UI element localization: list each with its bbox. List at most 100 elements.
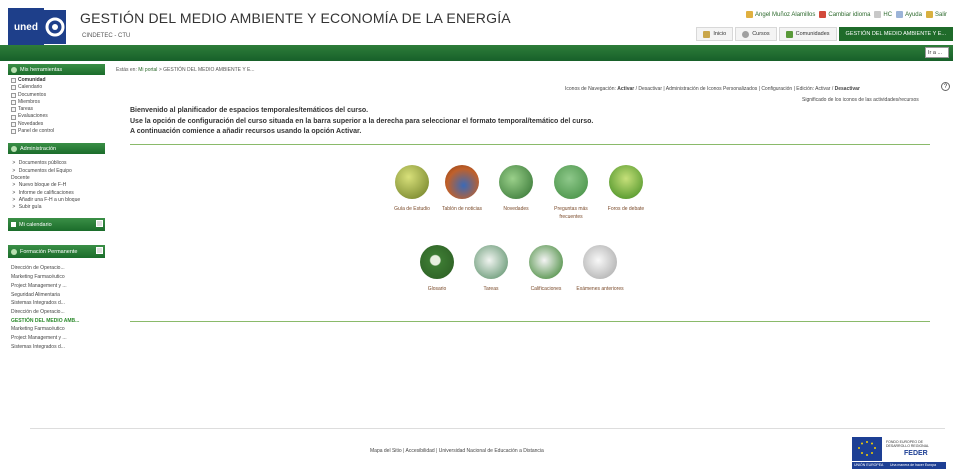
course-link-current[interactable]: GESTIÓN DEL MEDIO AMB... <box>11 317 102 326</box>
admin-block: > Documentos públicos > Documentos del E… <box>8 154 105 214</box>
divider <box>130 144 930 145</box>
resource-preguntas-frecuentes[interactable]: Preguntas más frecuentes <box>542 165 600 221</box>
resource-tablon-noticias[interactable]: Tablón de noticias <box>433 165 491 213</box>
tab-cursos-label: Cursos <box>752 31 770 37</box>
grades-icon <box>529 245 563 279</box>
formacion-block-header[interactable]: Formación Permanente <box>8 245 105 259</box>
news-icon <box>499 165 533 199</box>
sidebar-item-documentos[interactable]: Documentos <box>11 92 102 99</box>
flag-icon <box>819 11 827 18</box>
admin-item-label: Documentos del Equipo <box>18 167 72 174</box>
docente-item-informe[interactable]: > Informe de calificaciones <box>11 190 102 197</box>
resource-label: Calificaciones <box>530 286 562 292</box>
resource-examenes-anteriores[interactable]: Exámenes anteriores <box>571 245 629 293</box>
course-link[interactable]: Project Management y ... <box>11 282 102 291</box>
change-language-label: Cambiar idioma <box>828 11 871 18</box>
calendar-block-header[interactable]: Mi calendario <box>8 218 105 232</box>
edit-desactivar-link[interactable]: Desactivar <box>835 86 860 92</box>
feder-title: FONDO EUROPEO DE DESARROLLO REGIONAL <box>886 440 929 448</box>
sidebar: Mis herramientas Comunidad Calendario Do… <box>8 64 105 354</box>
sidebar-item-label: Calendario <box>18 84 43 91</box>
tools-block-header[interactable]: Mis herramientas <box>8 64 105 75</box>
site-subtitle: CINDETEC - CTU <box>82 33 131 39</box>
header: uned GESTIÓN DEL MEDIO AMBIENTE Y ECONOM… <box>0 0 953 46</box>
sidebar-item-label: Comunidad <box>18 77 46 83</box>
home-icon <box>703 30 711 38</box>
tab-inicio[interactable]: Inicio <box>696 27 734 41</box>
footer-link-uned[interactable]: Universidad Nacional de Educación a Dist… <box>439 448 544 454</box>
goto-select[interactable]: Ir a ... <box>925 47 949 58</box>
welcome-message: Bienvenido al planificador de espacios t… <box>130 106 593 138</box>
calendar-block-title: Mi calendario <box>19 221 52 228</box>
resource-calificaciones[interactable]: Calificaciones <box>517 245 575 293</box>
docente-item-label: Nuevo bloque de F-H <box>18 182 67 189</box>
bullet-icon <box>11 248 17 255</box>
tab-cursos[interactable]: Cursos <box>735 27 777 41</box>
course-link[interactable]: Marketing Farmacéutico <box>11 325 102 334</box>
sidebar-item-miembros[interactable]: Miembros <box>11 99 102 106</box>
admin-item-documentos-equipo[interactable]: > Documentos del Equipo <box>11 168 102 175</box>
evaluations-icon <box>11 114 16 120</box>
help-icon[interactable]: ? <box>941 82 950 91</box>
breadcrumb-link-mi-portal[interactable]: Mi portal <box>138 67 157 73</box>
resource-label: Foros de debate <box>607 206 645 212</box>
formacion-block-title: Formación Permanente <box>20 248 78 255</box>
help-link[interactable]: Ayuda <box>896 11 922 18</box>
admin-item-documentos-publicos[interactable]: > Documentos públicos <box>11 160 102 167</box>
course-link[interactable]: Sistemas Integrados d... <box>11 299 102 308</box>
glossary-icon <box>420 245 454 279</box>
logout-link[interactable]: Salir <box>925 11 947 18</box>
sidebar-item-comunidad[interactable]: Comunidad <box>11 77 102 84</box>
collapse-icon[interactable] <box>96 247 103 255</box>
user-icon <box>746 11 754 18</box>
resource-foros-debate[interactable]: Foros de debate <box>597 165 655 213</box>
resource-glosario[interactable]: Glosario <box>408 245 466 293</box>
course-link[interactable]: Marketing Farmacéutico <box>11 273 102 282</box>
tab-current-course[interactable]: GESTIÓN DEL MEDIO AMBIENTE Y E... <box>838 27 953 41</box>
sidebar-item-novedades[interactable]: Novedades <box>11 121 102 128</box>
docente-item-subir-guia[interactable]: > Subir guía <box>11 204 102 211</box>
tab-current-course-label: GESTIÓN DEL MEDIO AMBIENTE Y E... <box>845 31 946 37</box>
tasks-icon <box>11 107 16 113</box>
uned-logo[interactable]: uned <box>8 8 66 46</box>
members-icon <box>11 100 16 106</box>
sidebar-item-tareas[interactable]: Tareas <box>11 106 102 113</box>
resource-label: Exámenes anteriores <box>576 286 624 292</box>
resource-tareas[interactable]: Tareas <box>462 245 520 293</box>
course-link[interactable]: Seguridad Alimentaria <box>11 291 102 300</box>
course-link[interactable]: Project Management y ... <box>11 334 102 343</box>
breadcrumb-current: > GESTIÓN DEL MEDIO AMBIENTE Y E... <box>158 67 255 73</box>
docente-item-nuevo-bloque[interactable]: > Nuevo bloque de F-H <box>11 182 102 189</box>
sidebar-item-evaluaciones[interactable]: Evaluaciones <box>11 113 102 120</box>
footer-link-mapa[interactable]: Mapa del Sitio <box>370 448 402 454</box>
site-title: GESTIÓN DEL MEDIO AMBIENTE Y ECONOMÍA DE… <box>80 10 511 26</box>
sidebar-item-calendario[interactable]: Calendario <box>11 84 102 91</box>
change-language-link[interactable]: Cambiar idioma <box>819 11 870 18</box>
uned-swirl-icon <box>44 10 66 44</box>
icon-nav-options[interactable]: / Desactivar | Administración de Iconos … <box>636 86 834 92</box>
tab-comunidades[interactable]: Comunidades <box>778 27 837 41</box>
icons-meaning-link[interactable]: Significado de los iconos de las activid… <box>802 97 919 103</box>
hc-link[interactable]: HC <box>874 11 892 18</box>
resource-label: Glosario <box>427 286 447 292</box>
documents-icon <box>11 92 16 98</box>
collapse-icon[interactable] <box>96 220 103 228</box>
course-link[interactable]: Sistemas Integrados d... <box>11 343 102 352</box>
icon-nav-activar-link[interactable]: Activar <box>617 86 634 92</box>
docente-item-anadir[interactable]: > Añadir una F-H a un bloque <box>11 197 102 204</box>
sidebar-item-panel-de-control[interactable]: Panel de control <box>11 128 102 135</box>
sidebar-item-label: Documentos <box>18 91 47 98</box>
icon-navigation-bar: Iconos de Navegación: Activar / Desactiv… <box>565 86 860 92</box>
resource-novedades[interactable]: Novedades <box>487 165 545 213</box>
calendar-icon <box>11 85 16 91</box>
admin-block-header[interactable]: Administración <box>8 143 105 155</box>
user-profile-link[interactable]: Angel Muñoz Alamillos <box>746 11 815 18</box>
admin-item-label: Documentos públicos <box>18 160 67 167</box>
hc-icon <box>874 11 882 18</box>
green-band <box>0 45 953 61</box>
user-name: Angel Muñoz Alamillos <box>755 11 816 18</box>
divider <box>130 321 930 322</box>
course-link[interactable]: Dirección de Operacio... <box>11 308 102 317</box>
course-link[interactable]: Dirección de Operacio... <box>11 264 102 273</box>
footer-link-accesibilidad[interactable]: Accesibilidad <box>406 448 435 454</box>
